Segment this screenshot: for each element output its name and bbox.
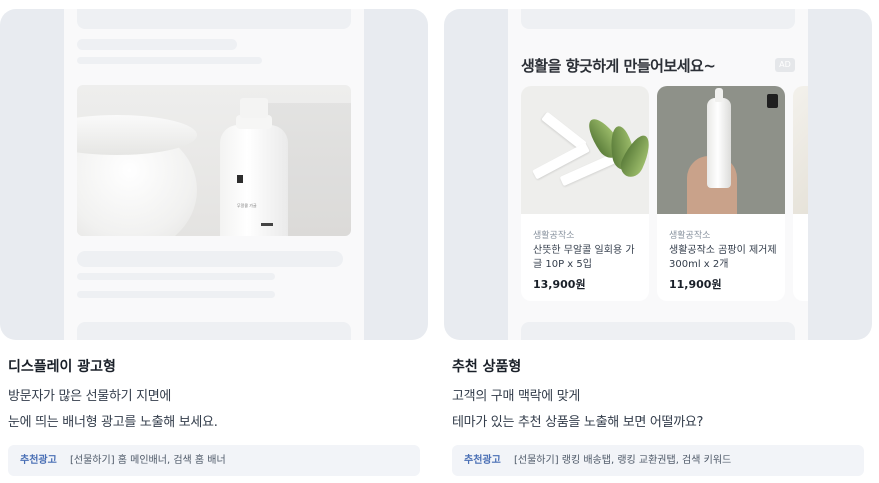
chip-text: [선물하기] 랭킹 배송탭, 랭킹 교환권탭, 검색 키워드 (514, 455, 732, 466)
recommended-desc-line2: 테마가 있는 추천 상품을 노출해 보면 어떨까요? (452, 415, 704, 430)
bottle-tag (261, 223, 273, 226)
phone-mockup: 무알콜 가글 (64, 9, 364, 340)
product-card[interactable]: 생활공작소 산뜻한 무알콜 일회용 가글 10P x 5입 13,900원 (521, 86, 649, 301)
bottle-label-text: 무알콜 가글 (237, 203, 257, 208)
product-price: 11,900원 (669, 278, 722, 291)
skeleton-block (521, 322, 795, 340)
product-image (521, 86, 649, 214)
recommended-products-title: 추천 상품형 (452, 359, 522, 375)
display-ad-desc-line1: 방문자가 많은 선물하기 지면에 (8, 389, 172, 404)
brand-badge-icon (767, 94, 778, 108)
skeleton-line (77, 251, 343, 267)
display-ad-preview-card: 무알콜 가글 (0, 9, 428, 340)
product-brand: 생활공작소 (669, 231, 711, 241)
display-ad-placement-chip: 추천광고 [선물하기] 홈 메인배너, 검색 홈 배너 (8, 445, 420, 476)
product-brand: 생활공작소 (533, 231, 575, 241)
skeleton-block (77, 9, 351, 29)
bottle-cap (240, 98, 268, 118)
product-price: 13,900원 (533, 278, 586, 291)
ad-badge: AD (775, 58, 795, 72)
display-ad-title: 디스플레이 광고형 (8, 359, 116, 375)
bottle-body (220, 125, 288, 236)
skeleton-line (77, 273, 275, 280)
chip-label: 추천광고 (464, 455, 501, 466)
recommend-section-title: 생활을 향긋하게 만들어보세요~ (521, 57, 716, 75)
recommended-placement-chip: 추천광고 [선물하기] 랭킹 배송탭, 랭킹 교환권탭, 검색 키워드 (452, 445, 864, 476)
product-card[interactable]: 생활공작소 생활공작소 곰팡이 제거제 300ml x 2개 11,900원 (657, 86, 785, 301)
spray-bottle-tip (715, 88, 723, 102)
skeleton-block (77, 322, 351, 340)
skeleton-line (77, 39, 237, 50)
recommended-products-preview-card: 생활을 향긋하게 만들어보세요~ AD 생활공작소 산뜻한 무알콜 일회용 가글… (444, 9, 872, 340)
chip-text: [선물하기] 홈 메인배너, 검색 홈 배너 (70, 455, 226, 466)
product-name: 산뜻한 무알콜 일회용 가글 10P x 5입 (533, 245, 635, 270)
spray-bottle-shape (707, 98, 731, 188)
product-image (793, 86, 808, 214)
skeleton-line (77, 57, 262, 64)
skeleton-line (77, 291, 275, 298)
recommended-desc-line1: 고객의 구매 맥락에 맞게 (452, 389, 581, 404)
skeleton-block (521, 9, 795, 29)
display-ad-desc-line2: 눈에 띄는 배너형 광고를 노출해 보세요. (8, 415, 218, 430)
chip-label: 추천광고 (20, 455, 57, 466)
display-banner-image: 무알콜 가글 (77, 85, 351, 236)
phone-mockup: 생활을 향긋하게 만들어보세요~ AD 생활공작소 산뜻한 무알콜 일회용 가글… (508, 9, 808, 340)
product-card-partial[interactable] (793, 86, 808, 301)
product-name: 생활공작소 곰팡이 제거제 300ml x 2개 (669, 245, 777, 270)
bottle-logo (237, 175, 243, 183)
product-image (657, 86, 785, 214)
